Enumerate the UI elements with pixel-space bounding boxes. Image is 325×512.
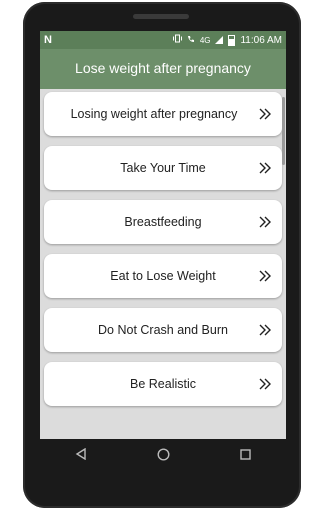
screen: N 4G 11:06 AM Lose weight after pregnanc… [40,31,286,439]
list-item-label: Losing weight after pregnancy [70,107,238,121]
double-chevron-right-icon [259,270,271,282]
list-item-label: Be Realistic [130,377,196,391]
notification-app-icon: N [44,34,52,46]
recents-button[interactable] [230,439,260,469]
nav-bar [40,439,286,469]
double-chevron-right-icon [259,378,271,390]
list-item-label: Do Not Crash and Burn [98,323,228,337]
recents-icon [239,448,251,460]
app-bar: Lose weight after pregnancy [40,49,286,87]
signal-icon [215,36,224,44]
list-item[interactable]: Be Realistic [44,362,282,406]
vibrate-icon [172,34,182,46]
list-item-label: Eat to Lose Weight [110,269,216,283]
back-icon [75,448,86,460]
list-item[interactable]: Losing weight after pregnancy [44,92,282,136]
back-button[interactable] [66,439,96,469]
home-button[interactable] [148,439,178,469]
status-bar: N 4G 11:06 AM [40,31,286,49]
app-title: Lose weight after pregnancy [75,60,251,76]
double-chevron-right-icon [259,108,271,120]
double-chevron-right-icon [259,162,271,174]
double-chevron-right-icon [259,216,271,228]
list-item[interactable]: Eat to Lose Weight [44,254,282,298]
scrollbar[interactable] [282,97,285,165]
battery-icon [228,34,236,46]
list-item-label: Breastfeeding [124,215,202,229]
home-icon [156,447,170,461]
speaker-grille [133,14,189,19]
topic-list: Losing weight after pregnancy Take Your … [40,89,286,439]
clock: 11:06 AM [240,34,282,46]
call-icon [187,35,195,46]
list-item[interactable]: Take Your Time [44,146,282,190]
list-item[interactable]: Breastfeeding [44,200,282,244]
double-chevron-right-icon [259,324,271,336]
list-item[interactable]: Do Not Crash and Burn [44,308,282,352]
network-type: 4G [199,35,211,45]
list-item-label: Take Your Time [120,161,206,175]
